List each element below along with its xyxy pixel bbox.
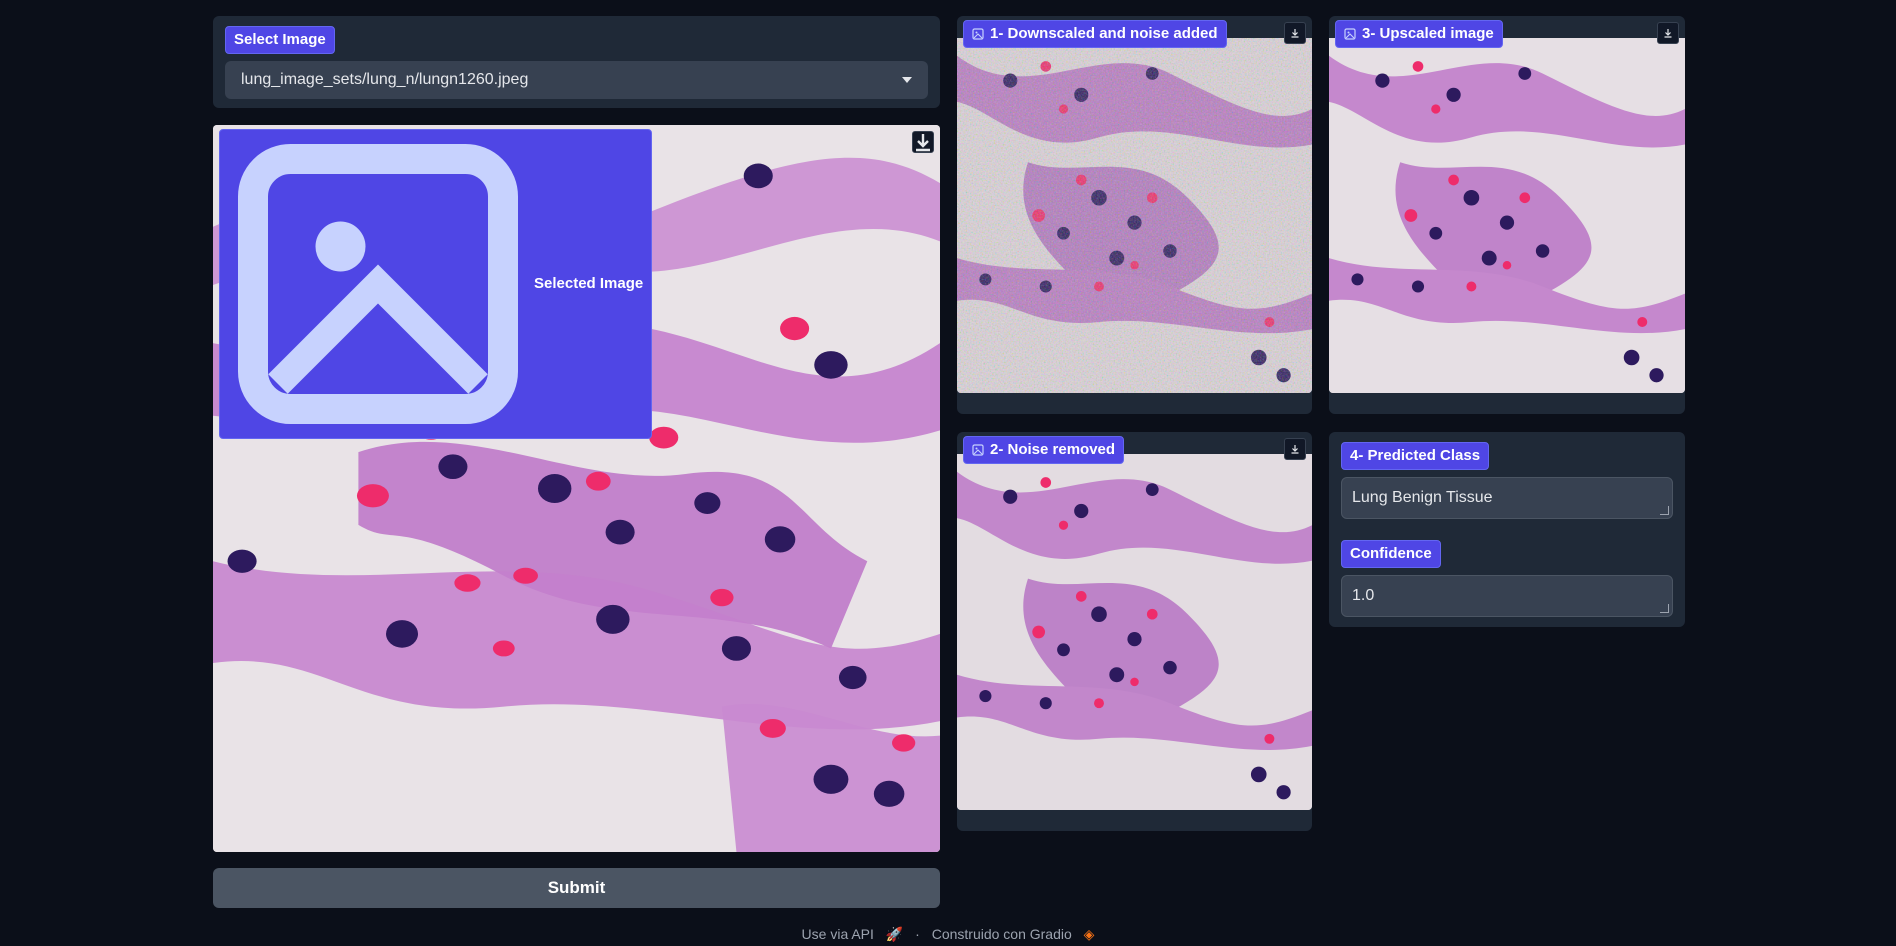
noise-removed-image-panel: 2- Noise removed [957,432,1312,831]
download-button[interactable] [1657,22,1679,44]
download-icon [1291,29,1299,38]
upscaled-image-area [1329,38,1685,393]
footer: Use via API 🚀 · Construido con Gradio ◈ [0,926,1896,943]
noise-removed-image-label: 2- Noise removed [963,436,1125,464]
download-icon [1291,445,1299,454]
prediction-panel: 4- Predicted Class Lung Benign Tissue Co… [1329,432,1685,627]
confidence-field[interactable]: 1.0 [1341,575,1673,617]
download-icon [1664,29,1672,38]
image-dropdown[interactable]: lung_image_sets/lung_n/lungn1260.jpeg [225,61,928,99]
download-button[interactable] [1284,22,1306,44]
gradio-logo-icon: ◈ [1083,926,1095,942]
use-via-api-link[interactable]: Use via API [802,926,874,942]
image-icon [238,144,518,424]
confidence-label: Confidence [1341,540,1441,568]
upscaled-image-label: 3- Upscaled image [1335,20,1503,48]
selected-image-panel: Selected Image [213,125,940,852]
rocket-icon: 🚀 [885,926,904,942]
image-icon [972,28,984,40]
noise-removed-image [957,454,1312,810]
submit-button[interactable]: Submit [213,868,940,908]
resize-handle-icon[interactable] [1660,604,1669,613]
download-button[interactable] [912,131,934,153]
chevron-down-icon [902,77,912,83]
upscaled-image-panel: 3- Upscaled image [1329,16,1685,414]
select-image-label: Select Image [225,26,335,54]
downscaled-image [957,38,1312,393]
download-button[interactable] [1284,438,1306,460]
downscaled-image-label: 1- Downscaled and noise added [963,20,1227,48]
predicted-class-label: 4- Predicted Class [1341,442,1490,470]
image-icon [1344,28,1356,40]
downscaled-image-panel: 1- Downscaled and noise added [957,16,1312,414]
selected-image-label: Selected Image [219,129,653,439]
upscaled-image [1329,38,1685,393]
footer-separator: · [915,926,920,942]
select-image-panel: Select Image lung_image_sets/lung_n/lung… [213,16,940,108]
dropdown-value: lung_image_sets/lung_n/lungn1260.jpeg [241,71,529,88]
download-icon [916,134,930,152]
downscaled-image-area [957,38,1312,393]
noise-removed-image-area [957,454,1312,810]
image-icon [972,444,984,456]
predicted-class-field[interactable]: Lung Benign Tissue [1341,477,1673,519]
resize-handle-icon[interactable] [1660,506,1669,515]
built-with-gradio-link[interactable]: Construido con Gradio [932,926,1072,942]
